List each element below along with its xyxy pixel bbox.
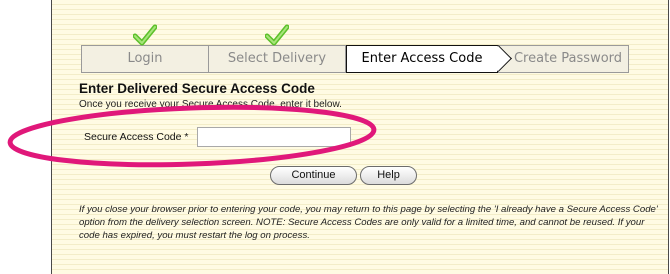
step-label: Create Password [513,51,623,66]
checkmark-icon [133,24,157,46]
step-create-password: Create Password [498,45,629,73]
step-select-delivery: Select Delivery [209,24,346,73]
progress-steps: Login Select Delivery Enter Access Code … [81,24,629,73]
step-login: Login [81,24,209,73]
continue-button[interactable]: Continue [270,166,357,185]
form-title: Enter Delivered Secure Access Code [79,81,315,96]
info-note: If you close your browser prior to enter… [79,204,658,241]
help-button[interactable]: Help [360,166,417,185]
checkmark-icon [265,24,289,46]
step-label: Enter Access Code [361,51,483,66]
step-enter-access-code: Enter Access Code [346,45,498,73]
step-label: Select Delivery [227,51,327,66]
step-label: Login [127,51,163,66]
